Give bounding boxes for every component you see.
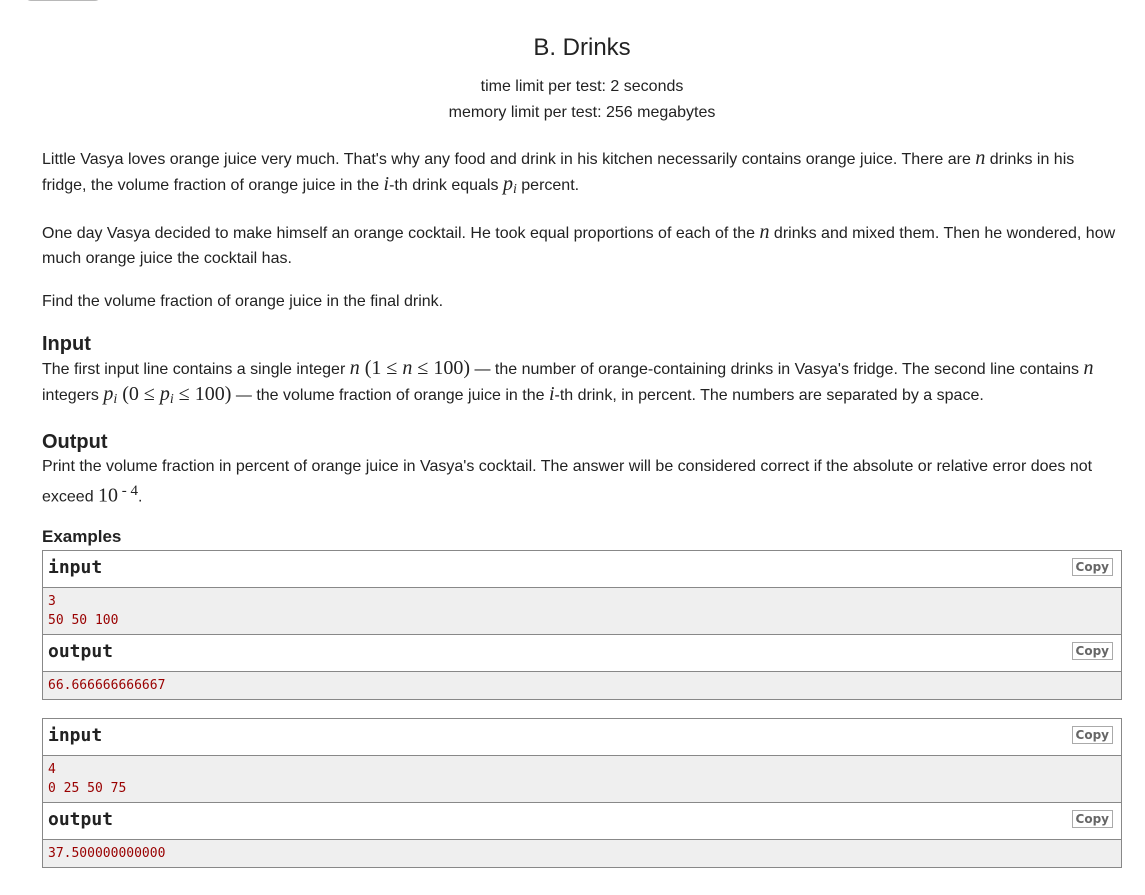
legend-paragraph-1: Little Vasya loves orange juice very muc… bbox=[42, 146, 1122, 202]
math: n bbox=[1083, 357, 1094, 379]
example-input: 3 50 50 100 bbox=[43, 588, 1121, 636]
text: percent. bbox=[516, 177, 580, 194]
output-heading: Output bbox=[42, 431, 108, 453]
math: ≤ 100) bbox=[412, 357, 471, 379]
output-specification: Output Print the volume fraction in perc… bbox=[42, 430, 1122, 509]
math-n: n bbox=[759, 221, 770, 243]
text: Little Vasya loves orange juice very muc… bbox=[42, 151, 976, 168]
math: p bbox=[159, 383, 170, 405]
math-exponent: - 4 bbox=[118, 483, 139, 499]
math: (1 ≤ bbox=[359, 357, 403, 379]
input-heading: Input bbox=[42, 333, 91, 355]
math: (0 ≤ bbox=[117, 383, 160, 405]
math: p bbox=[103, 383, 114, 405]
text: The first input line contains a single i… bbox=[42, 361, 350, 378]
copy-button[interactable]: Copy bbox=[1071, 810, 1113, 829]
input-specification: Input The first input line contains a si… bbox=[42, 332, 1122, 412]
example-output: 37.500000000000 bbox=[43, 840, 1121, 868]
text: . bbox=[138, 488, 143, 506]
text: Print the volume fraction in percent of … bbox=[42, 458, 1093, 506]
math: n bbox=[402, 357, 413, 379]
output-label: output bbox=[48, 641, 114, 663]
math-p: p bbox=[502, 173, 513, 195]
input-label: input bbox=[48, 725, 103, 747]
copy-button[interactable]: Copy bbox=[1071, 726, 1113, 745]
output-label: output bbox=[48, 809, 114, 831]
example-output: 66.666666666667 bbox=[43, 672, 1121, 700]
problem-statement: B. Drinks time limit per test: 2 seconds… bbox=[42, 30, 1122, 886]
input-text: The first input line contains a single i… bbox=[42, 356, 1122, 412]
legend-paragraph-2: One day Vasya decided to make himself an… bbox=[42, 220, 1122, 271]
text: — the number of orange-containing drinks… bbox=[470, 361, 1084, 378]
text: -th drink, in percent. The numbers are s… bbox=[554, 387, 984, 404]
text: integers bbox=[42, 387, 104, 404]
example-1: input Copy 3 50 50 100 output Copy 66.6666… bbox=[42, 550, 1122, 701]
math: ≤ 100) bbox=[173, 383, 232, 405]
text: — the volume fraction of orange juice in… bbox=[231, 387, 549, 404]
math: 10 bbox=[98, 484, 119, 507]
memory-limit: memory limit per test: 256 megabytes bbox=[448, 104, 716, 121]
copy-button[interactable]: Copy bbox=[1071, 642, 1113, 661]
input-label: input bbox=[48, 557, 103, 579]
example-input: 4 0 25 50 75 bbox=[43, 756, 1121, 804]
time-limit: time limit per test: 2 seconds bbox=[480, 78, 684, 95]
problem-title: B. Drinks bbox=[533, 34, 631, 61]
copy-button[interactable]: Copy bbox=[1071, 558, 1113, 577]
text: -th drink equals bbox=[389, 177, 503, 194]
math-n: n bbox=[975, 147, 986, 169]
example-2: input Copy 4 0 25 50 75 output Copy 37.500… bbox=[42, 718, 1122, 869]
legend-paragraph-3: Find the volume fraction of orange juice… bbox=[42, 293, 444, 310]
top-tab-button[interactable] bbox=[25, 0, 101, 1]
output-text: Print the volume fraction in percent of … bbox=[42, 454, 1122, 509]
text: One day Vasya decided to make himself an… bbox=[42, 225, 760, 242]
math: n bbox=[349, 357, 360, 379]
examples-heading: Examples bbox=[42, 527, 122, 547]
